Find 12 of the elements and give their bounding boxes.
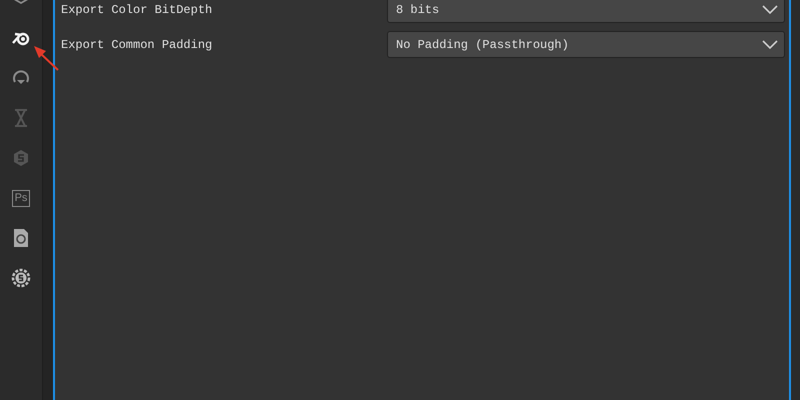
- dropdown[interactable]: No Padding (Passthrough): [387, 31, 785, 58]
- gear-icon: [11, 268, 31, 288]
- document-icon: [13, 228, 29, 248]
- setting-label: Export Common Padding: [61, 38, 212, 52]
- hourglass-icon: [12, 108, 30, 128]
- hexagon-icon: [12, 149, 30, 167]
- chevron-down-icon: [762, 4, 778, 14]
- setting-label: Export Color BitDepth: [61, 2, 212, 16]
- sidebar-button[interactable]: Ps: [3, 180, 39, 216]
- dropdown[interactable]: 8 bits: [387, 0, 785, 23]
- ps-icon: Ps: [12, 190, 30, 206]
- chevron-down-icon: [762, 40, 778, 50]
